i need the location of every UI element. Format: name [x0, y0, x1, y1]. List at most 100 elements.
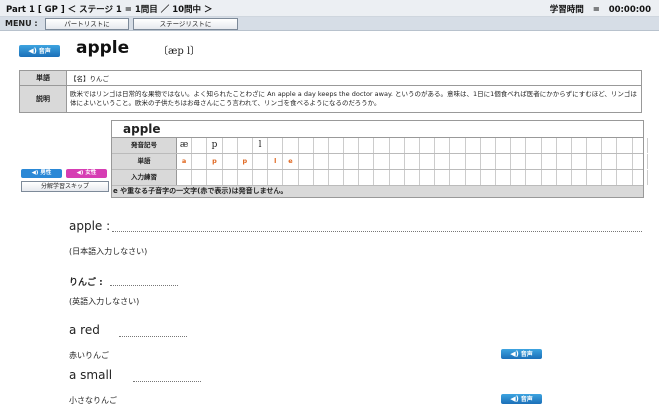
input-cell[interactable]	[496, 170, 512, 185]
word-cell	[359, 154, 375, 169]
word-pronunciation: 〔æp l〕	[158, 46, 201, 57]
stage-list-button[interactable]: ステージリストに	[133, 18, 238, 30]
word-meaning: 【名】りんご	[66, 70, 642, 86]
input-cell[interactable]	[572, 170, 588, 185]
input-cell[interactable]	[223, 170, 238, 185]
input-cell[interactable]	[192, 170, 208, 185]
pron-cell	[450, 138, 466, 153]
word-cell	[511, 154, 527, 169]
input-cell[interactable]	[587, 170, 603, 185]
input-cell[interactable]	[207, 170, 223, 185]
word-header: 単語	[19, 70, 67, 86]
input-cell[interactable]	[420, 170, 436, 185]
input-cell[interactable]	[344, 170, 360, 185]
word-cell	[450, 154, 466, 169]
male-label: 男性	[40, 170, 52, 176]
question-3-prompt: a red	[69, 323, 100, 337]
input-cell[interactable]	[283, 170, 299, 185]
word-sound-button[interactable]: ◀) 音声	[19, 45, 60, 57]
sound-label: 音声	[38, 48, 51, 55]
pron-cell	[481, 138, 496, 153]
explain-text: 欧米ではリンゴは日常的な果物ではない。よく知られたことわざに An apple …	[66, 85, 642, 113]
word-cell	[542, 154, 557, 169]
word-cell	[648, 154, 659, 169]
input-cell[interactable]	[481, 170, 496, 185]
pron-cell	[572, 138, 588, 153]
pron-cell	[238, 138, 253, 153]
input-cell[interactable]	[450, 170, 466, 185]
status-bar: Part 1 [ GP ] ＜ ステージ 1 = 1問目 ／ 10問中 ＞ 学習…	[0, 0, 659, 17]
input-cell[interactable]	[253, 170, 269, 185]
question-2-input[interactable]	[110, 285, 178, 286]
word-cell	[329, 154, 345, 169]
pron-cell	[511, 138, 527, 153]
input-cell[interactable]	[511, 170, 527, 185]
menu-bar: MENU : パートリストに ステージリストに	[0, 17, 659, 31]
female-voice-button[interactable]: ◀) 女性	[66, 169, 107, 178]
word-cell: a	[177, 154, 193, 169]
question-4-hint: 小さなりんご	[69, 396, 117, 405]
word-cell	[390, 154, 405, 169]
word-cell	[481, 154, 496, 169]
male-voice-button[interactable]: ◀) 男性	[21, 169, 62, 178]
word-cell	[602, 154, 618, 169]
question-1-prompt: apple :	[69, 219, 111, 233]
question-4-sound-button[interactable]: ◀) 音声	[501, 394, 542, 404]
input-cell[interactable]	[299, 170, 314, 185]
word-cell	[435, 154, 451, 169]
menu-label: MENU :	[5, 19, 38, 28]
input-cell[interactable]	[238, 170, 253, 185]
input-cell[interactable]	[602, 170, 618, 185]
input-cell[interactable]	[359, 170, 375, 185]
question-1-input[interactable]	[112, 231, 642, 232]
question-4-prompt: a small	[69, 368, 113, 382]
word-cell	[314, 154, 329, 169]
question-1-hint: (日本語入力しなさい)	[69, 247, 148, 256]
word-cell: p	[207, 154, 223, 169]
input-cell[interactable]	[177, 170, 193, 185]
grid-title: apple	[112, 121, 643, 138]
sound-label: 音声	[520, 396, 533, 403]
pron-cell	[587, 138, 603, 153]
speaker-icon: ◀)	[28, 47, 37, 55]
input-cell[interactable]	[557, 170, 572, 185]
skip-decomposition-button[interactable]: 分解学習スキップ	[21, 181, 109, 192]
input-cell[interactable]	[268, 170, 284, 185]
input-cell[interactable]	[633, 170, 648, 185]
word-cell	[557, 154, 572, 169]
study-time-eq: =	[592, 5, 600, 15]
word-cell	[496, 154, 512, 169]
question-3-sound-button[interactable]: ◀) 音声	[501, 349, 542, 359]
input-row-header: 入力練習	[112, 170, 177, 185]
part-list-button[interactable]: パートリストに	[45, 18, 129, 30]
stage-title: Part 1 [ GP ] ＜ ステージ 1 = 1問目 ／ 10問中 ＞	[6, 5, 213, 15]
input-row: 入力練習	[112, 170, 648, 186]
question-3-input[interactable]	[119, 336, 187, 337]
question-2-hint: (英語入力しなさい)	[69, 297, 140, 306]
input-cell[interactable]	[542, 170, 557, 185]
input-cell[interactable]	[374, 170, 390, 185]
speaker-icon: ◀)	[510, 395, 519, 403]
pron-cell	[633, 138, 648, 153]
study-time-label: 学習時間	[549, 5, 584, 15]
pron-cell	[648, 138, 659, 153]
pron-cell	[223, 138, 238, 153]
word-cell	[526, 154, 542, 169]
definition-table: 単語 【名】りんご 説明 欧米ではリンゴは日常的な果物ではない。よく知られたこと…	[19, 70, 642, 113]
input-cell[interactable]	[617, 170, 633, 185]
word-row-header: 単語	[112, 154, 177, 169]
pron-cell: p	[207, 138, 223, 153]
input-cell[interactable]	[314, 170, 329, 185]
pron-cell	[466, 138, 481, 153]
input-cell[interactable]	[405, 170, 420, 185]
input-cell[interactable]	[648, 170, 659, 185]
question-4-input[interactable]	[133, 381, 201, 382]
input-cell[interactable]	[526, 170, 542, 185]
spelling-grid: apple 発音記号 æpl 単語 apple 入力練習 e や重なる子音字の一…	[111, 120, 648, 198]
input-cell[interactable]	[466, 170, 481, 185]
input-cell[interactable]	[329, 170, 345, 185]
word-cell	[466, 154, 481, 169]
input-cell[interactable]	[435, 170, 451, 185]
input-cell[interactable]	[390, 170, 405, 185]
pron-cell	[299, 138, 314, 153]
